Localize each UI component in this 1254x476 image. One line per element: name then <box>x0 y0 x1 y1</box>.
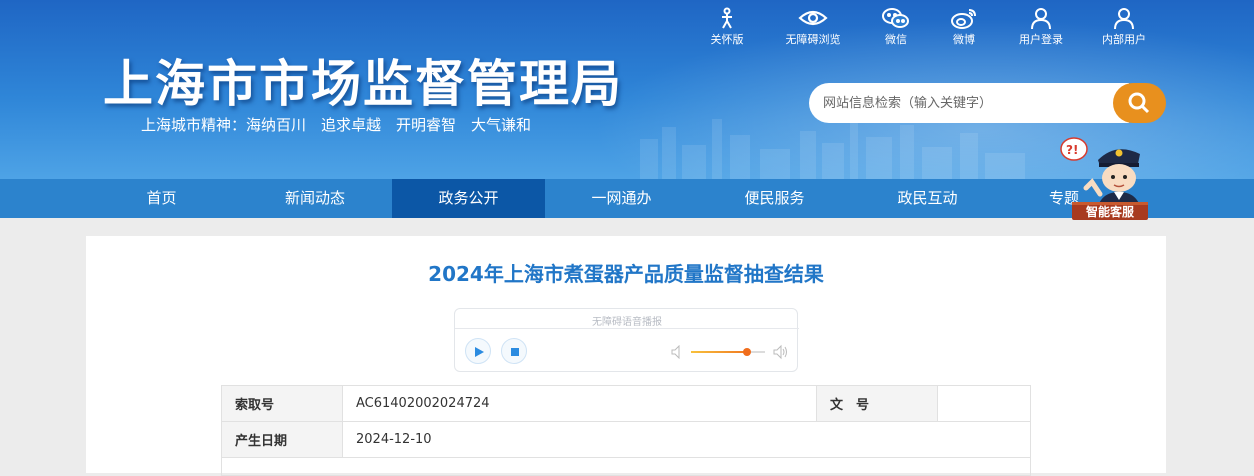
eye-icon <box>798 10 828 26</box>
stop-button[interactable] <box>501 338 527 364</box>
table-row: 索取号 AC61402002024724 文 号 <box>221 385 1031 422</box>
nav-item-home[interactable]: 首页 <box>85 179 238 218</box>
document-meta-table: 索取号 AC61402002024724 文 号 产生日期 2024-12-10 <box>221 385 1031 476</box>
city-motto: 上海城市精神：海纳百川 追求卓越 开明睿智 大气谦和 <box>141 116 532 134</box>
index-number-value: AC61402002024724 <box>342 385 817 422</box>
play-button[interactable] <box>465 338 491 364</box>
audio-player: 无障碍语音播报 <box>454 308 799 372</box>
document-number-label: 文 号 <box>816 385 938 422</box>
toolbar-item-care[interactable]: 关怀版 <box>692 6 762 47</box>
header-toolbar: 关怀版 无障碍浏览 微信 微博 用户登录 内部用户 <box>700 6 1160 48</box>
search-input[interactable] <box>809 83 1129 123</box>
volume-high-icon <box>773 344 787 360</box>
toolbar-item-internal-user[interactable]: 内部用户 <box>1089 6 1159 47</box>
smart-service-mascot[interactable]: ?! 智能客服 <box>1058 130 1154 226</box>
nav-item-online-services[interactable]: 一网通办 <box>545 179 698 218</box>
weibo-icon <box>951 9 976 29</box>
audio-player-caption: 无障碍语音播报 <box>592 317 662 328</box>
document-number-value <box>937 385 1031 422</box>
toolbar-label-weibo: 微博 <box>953 33 975 46</box>
toolbar-label-wechat: 微信 <box>885 33 907 46</box>
search-button[interactable] <box>1113 83 1166 123</box>
wechat-icon <box>882 8 909 28</box>
mascot-badge-label: 智能客服 <box>1085 204 1135 219</box>
toolbar-label-care: 关怀版 <box>710 33 744 46</box>
police-mascot-icon: ?! 智能客服 <box>1060 137 1148 220</box>
toolbar-item-user-login[interactable]: 用户登录 <box>1006 6 1076 47</box>
nav-item-government-affairs[interactable]: 政务公开 <box>392 179 545 218</box>
article-title: 2024年上海市煮蛋器产品质量监督抽查结果 <box>428 262 824 286</box>
toolbar-item-wechat[interactable]: 微信 <box>861 6 931 47</box>
toolbar-item-weibo[interactable]: 微博 <box>929 6 999 47</box>
nav-item-news[interactable]: 新闻动态 <box>238 179 392 218</box>
toolbar-item-accessibility[interactable]: 无障碍浏览 <box>778 6 848 47</box>
date-value: 2024-12-10 <box>342 421 1031 458</box>
volume-slider-fill <box>691 351 747 353</box>
mascot-bubble-text: ?! <box>1066 143 1078 157</box>
toolbar-label-user-login: 用户登录 <box>1019 33 1063 46</box>
nav-item-interaction[interactable]: 政民互动 <box>851 179 1004 218</box>
table-row: 产生日期 2024-12-10 <box>221 421 1031 458</box>
date-label: 产生日期 <box>221 421 343 458</box>
toolbar-label-internal-user: 内部用户 <box>1102 33 1146 46</box>
user-icon <box>1114 8 1134 30</box>
volume-slider[interactable] <box>691 348 765 356</box>
play-icon <box>475 347 484 357</box>
volume-slider-handle[interactable] <box>742 348 751 356</box>
player-divider <box>455 328 799 329</box>
site-search <box>809 83 1166 123</box>
stop-icon <box>511 348 519 356</box>
toolbar-label-accessibility: 无障碍浏览 <box>785 33 841 46</box>
index-number-label: 索取号 <box>221 385 343 422</box>
site-title[interactable]: 上海市市场监督管理局 <box>103 44 623 116</box>
search-icon <box>1128 92 1150 114</box>
care-icon <box>722 7 732 29</box>
user-icon <box>1031 8 1051 30</box>
volume-low-icon <box>671 345 680 359</box>
nav-item-public-services[interactable]: 便民服务 <box>698 179 851 218</box>
article-panel: 2024年上海市煮蛋器产品质量监督抽查结果 无障碍语音播报 索取号 AC6140… <box>86 236 1166 476</box>
